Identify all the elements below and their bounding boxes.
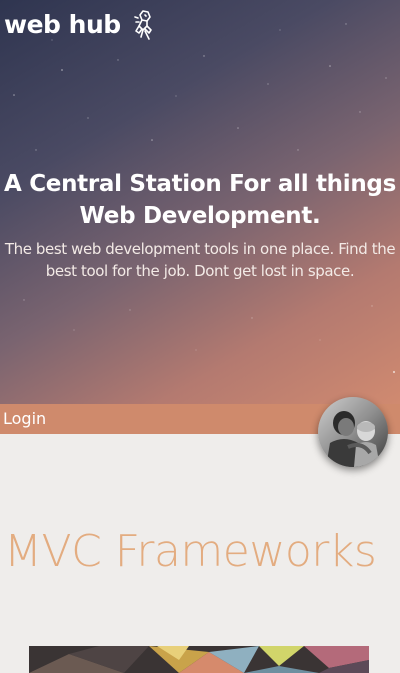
login-link[interactable]: Login [3,404,46,434]
hero-banner: web hub A Central Station For all things… [0,0,400,404]
brand-name: web hub [4,10,121,39]
hero-subtitle: The best web development tools in one pl… [4,240,396,280]
brand-logo-link[interactable]: web hub [4,7,157,43]
user-avatar[interactable] [318,397,388,467]
framework-card-image[interactable] [29,646,369,673]
section-title: MVC Frameworks [4,526,377,577]
hero-title: A Central Station For all things Web Dev… [4,171,396,229]
page: web hub A Central Station For all things… [0,0,400,673]
rocket-icon [133,9,157,41]
